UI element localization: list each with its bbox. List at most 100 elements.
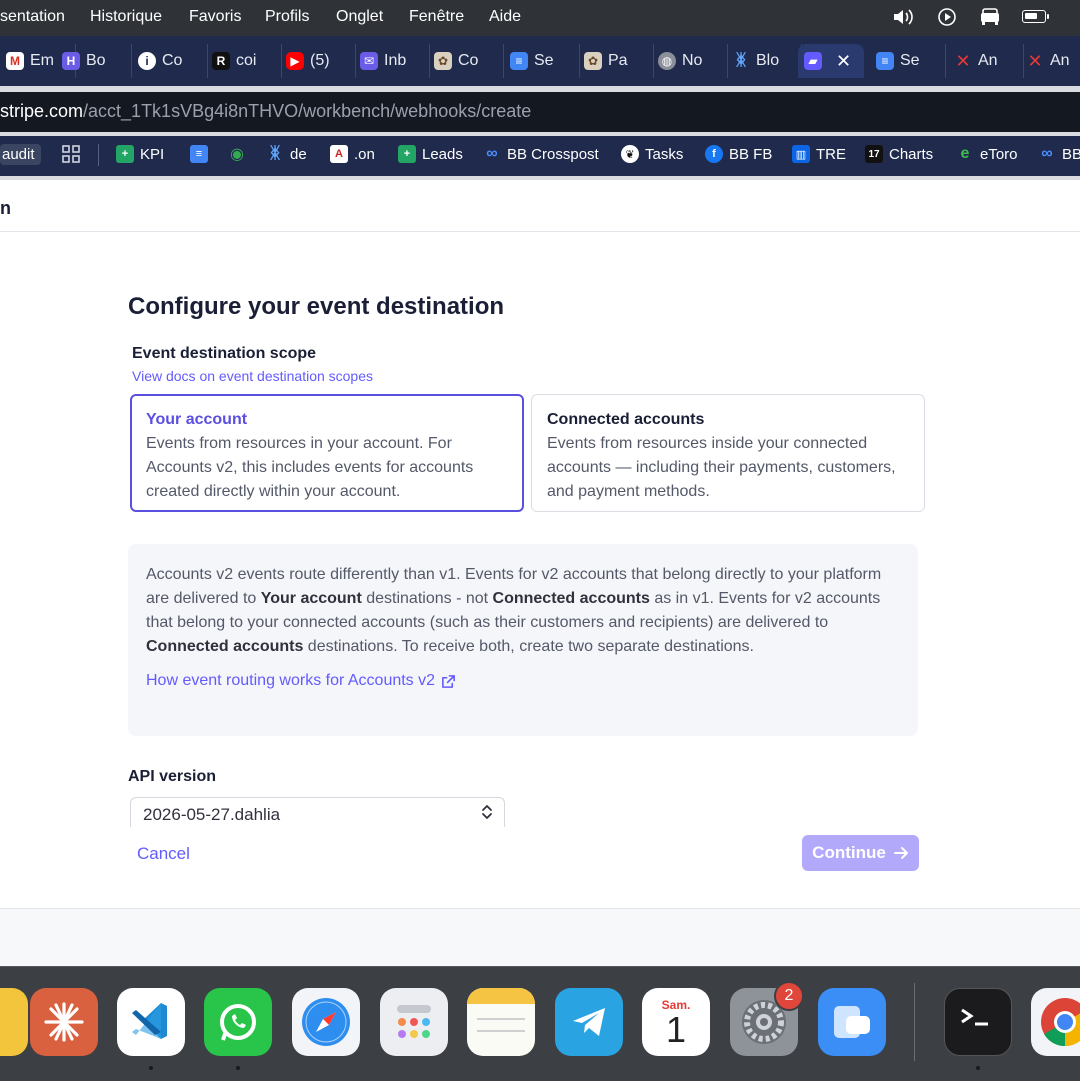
browser-tab-active[interactable]: ▰ ✕: [798, 44, 864, 78]
wreath-icon: ❦: [621, 145, 639, 163]
bookmark-audit[interactable]: audit: [0, 144, 41, 165]
bookmarks-bar: audit + KPI ≡ ◉ ᛤ de A .on + Leads ∞ BB …: [0, 136, 1080, 176]
cancel-button[interactable]: Cancel: [137, 844, 190, 864]
running-indicator: [236, 1066, 240, 1070]
volume-icon[interactable]: [892, 7, 916, 32]
now-playing-icon[interactable]: [937, 7, 957, 32]
google-docs-icon: ≡: [876, 52, 894, 70]
close-tab-icon[interactable]: ✕: [836, 51, 851, 72]
scope-option-connected-accounts[interactable]: Connected accounts Events from resources…: [531, 394, 925, 512]
screens-icon[interactable]: [818, 988, 886, 1056]
r-logo-icon: R: [212, 52, 230, 70]
browser-tab[interactable]: ✕ An: [1020, 44, 1080, 78]
scope-option-description: Events from resources in your account. F…: [146, 435, 474, 500]
bookmark-bb-fb[interactable]: f BB FB: [705, 145, 772, 163]
scope-label: Event destination scope: [132, 345, 317, 362]
bookmark-bb-crosspost[interactable]: ∞ BB Crosspost: [483, 145, 598, 163]
browser-tab[interactable]: ≡ Se: [504, 44, 580, 78]
bookmark-leads[interactable]: + Leads: [398, 145, 463, 163]
menu-item-profiles[interactable]: Profils: [265, 8, 309, 26]
info-text: destinations - not: [361, 590, 493, 607]
divider: [0, 231, 1080, 232]
routing-docs-link[interactable]: How event routing works for Accounts v2: [146, 669, 456, 693]
browser-tab[interactable]: ᛤ Blo: [726, 44, 802, 78]
bookmark-label: TRE: [816, 145, 846, 163]
bookmark-docs[interactable]: ≡: [190, 145, 208, 163]
bookmark-etoro[interactable]: e eToro: [956, 145, 1018, 163]
browser-tab[interactable]: ▶ (5): [280, 44, 356, 78]
vscode-icon[interactable]: [117, 988, 185, 1056]
menu-item-window[interactable]: Fenêtre: [409, 8, 464, 26]
notes-icon[interactable]: [467, 988, 535, 1056]
browser-tab[interactable]: i Co: [132, 44, 208, 78]
car-play-icon[interactable]: [978, 7, 1002, 32]
bookmark-label: BB FB: [729, 145, 773, 163]
butterfly-icon: ᛤ: [736, 52, 746, 69]
browser-tab[interactable]: ≡ Se: [870, 44, 946, 78]
browser-tab[interactable]: ✕ An: [948, 44, 1024, 78]
bookmark-bb[interactable]: ∞ BB: [1038, 145, 1080, 163]
browser-tab[interactable]: ✿ Pa: [578, 44, 654, 78]
tab-label: An: [1050, 52, 1070, 69]
menu-item-favorites[interactable]: Favoris: [189, 8, 241, 26]
running-indicator: [149, 1066, 153, 1070]
bookmark-tasks[interactable]: ❦ Tasks: [621, 145, 683, 163]
menu-item-presentation[interactable]: sentation: [0, 8, 65, 26]
browser-tab[interactable]: R coi: [206, 44, 282, 78]
close-x-icon: ✕: [1027, 50, 1043, 71]
bookmark-on[interactable]: A .on: [330, 145, 375, 163]
url-text[interactable]: stripe.com/acct_1Tk1sVBg4i8nTHVO/workben…: [0, 101, 531, 122]
dock: Sam. 1 2: [0, 966, 1080, 1081]
bookmark-de[interactable]: ᛤ de: [266, 145, 307, 163]
claude-icon[interactable]: [30, 988, 98, 1056]
running-indicator: [976, 1066, 980, 1070]
info-bold: Connected accounts: [146, 638, 304, 655]
butterfly-icon: ᛤ: [270, 145, 280, 162]
menu-item-tab[interactable]: Onglet: [336, 8, 383, 26]
browser-tab[interactable]: ◍ No: [652, 44, 728, 78]
facebook-icon: f: [705, 145, 723, 163]
terminal-icon[interactable]: [944, 988, 1012, 1056]
launchpad-icon[interactable]: [380, 988, 448, 1056]
close-x-icon: ✕: [955, 50, 971, 71]
tab-label: Se: [900, 52, 920, 69]
bookmark-maps[interactable]: ◉: [228, 145, 246, 163]
maps-pin-icon: ◉: [230, 146, 244, 163]
browser-tab[interactable]: ✉ Inb: [354, 44, 430, 78]
whatsapp-icon[interactable]: [204, 988, 272, 1056]
tab-label: Co: [458, 52, 479, 69]
menu-item-history[interactable]: Historique: [90, 8, 162, 26]
chrome-icon[interactable]: [1031, 988, 1080, 1056]
stripe-workbench-icon: ▰: [804, 52, 822, 70]
api-version-select[interactable]: 2026-05-27.dahlia: [130, 797, 505, 827]
scope-option-title: Connected accounts: [547, 411, 705, 428]
scope-docs-link[interactable]: View docs on event destination scopes: [132, 368, 373, 384]
dock-separator: [914, 983, 915, 1061]
etoro-icon: e: [960, 145, 970, 162]
browser-tab[interactable]: H Bo: [56, 44, 132, 78]
notes-app-icon[interactable]: [0, 988, 28, 1056]
scope-option-your-account[interactable]: Your account Events from resources in yo…: [130, 394, 524, 512]
telegram-icon[interactable]: [555, 988, 623, 1056]
menu-item-help[interactable]: Aide: [489, 8, 521, 26]
bookmark-tre[interactable]: ▥ TRE: [792, 145, 846, 163]
bookmark-label: Leads: [422, 145, 463, 163]
info-bold: Connected accounts: [492, 590, 650, 607]
gmail-icon: M: [6, 52, 24, 70]
browser-tab-strip: M Em H Bo i Co R coi ▶ (5) ✉ Inb ✿ Co ≡ …: [0, 36, 1080, 86]
bookmark-charts[interactable]: 17 Charts: [865, 145, 933, 163]
safari-icon[interactable]: [292, 988, 360, 1056]
battery-icon[interactable]: [1022, 10, 1049, 23]
tab-label: Co: [162, 52, 183, 69]
address-bar[interactable]: stripe.com/acct_1Tk1sVBg4i8nTHVO/workben…: [0, 92, 1080, 132]
api-version-label: API version: [128, 768, 217, 785]
page-content: n Configure your event destination Event…: [0, 180, 1080, 966]
continue-button[interactable]: Continue: [802, 835, 919, 871]
bookmark-kpi[interactable]: + KPI: [116, 145, 164, 163]
info-text: destinations. To receive both, create tw…: [303, 638, 754, 655]
youtube-icon: ▶: [286, 52, 304, 70]
calendar-icon[interactable]: Sam. 1: [642, 988, 710, 1056]
tab-label: Bo: [86, 52, 106, 69]
apps-grid-icon[interactable]: [62, 145, 80, 163]
browser-tab[interactable]: ✿ Co: [428, 44, 504, 78]
